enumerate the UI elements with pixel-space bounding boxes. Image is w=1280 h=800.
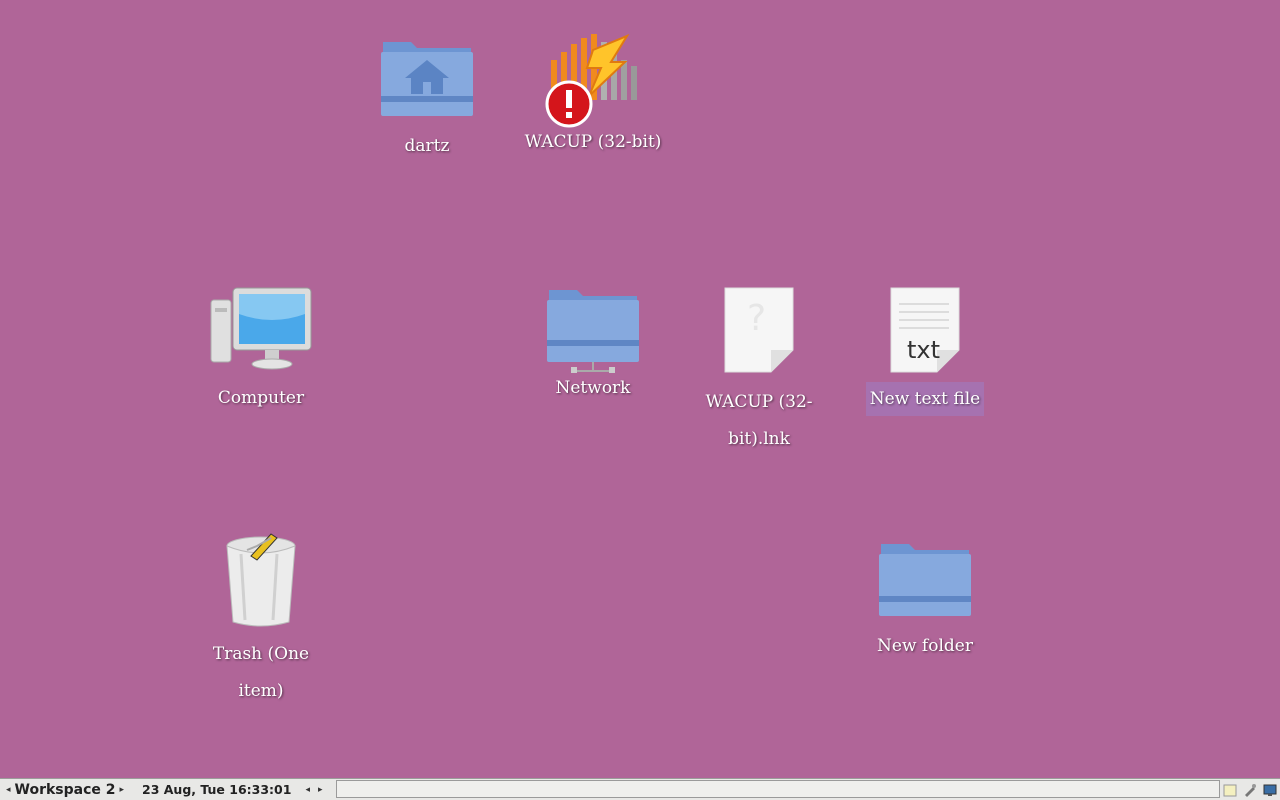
clock-text: 23 Aug, Tue 16:33:01 (142, 782, 292, 797)
icon-label: WACUP (32-bit).lnk (705, 392, 813, 449)
folder-icon (879, 544, 971, 616)
clock-next-icon[interactable]: ▸ (314, 785, 327, 795)
desktop-icon-wacup[interactable]: WACUP (32-bit) (510, 30, 676, 163)
icon-label: New folder (877, 636, 973, 656)
desktop: dartz WACUP (32-bit) Computer Network ? … (0, 0, 1280, 778)
icon-label: New text file (865, 382, 985, 416)
text-file-icon: txt (890, 287, 960, 373)
display-icon[interactable] (1263, 783, 1277, 797)
workspace-label[interactable]: Workspace 2 (15, 782, 116, 798)
notes-icon[interactable] (1223, 783, 1237, 797)
icon-label: Computer (217, 388, 305, 408)
desktop-icon-new-folder[interactable]: New folder (842, 540, 1008, 667)
clock-prev-icon[interactable]: ◂ (301, 785, 314, 795)
taskbar: ◂ Workspace 2 ▸ 23 Aug, Tue 16:33:01 ◂ ▸ (0, 778, 1280, 800)
workspace-next-icon[interactable]: ▸ (116, 785, 129, 795)
icon-label: Trash (One item) (212, 644, 310, 701)
desktop-icon-home[interactable]: dartz (344, 38, 510, 167)
desktop-icon-network[interactable]: Network (510, 286, 676, 409)
trash-full-icon (226, 533, 296, 627)
icon-label: Network (555, 378, 631, 398)
clock-widget[interactable]: 23 Aug, Tue 16:33:01 ◂ ▸ (142, 779, 327, 800)
svg-text:?: ? (747, 298, 766, 339)
workspace-prev-icon[interactable]: ◂ (2, 785, 15, 795)
system-tray (1220, 779, 1280, 800)
unknown-file-icon: ? (724, 287, 794, 373)
icon-label: dartz (404, 136, 450, 156)
desktop-icon-wacup-lnk[interactable]: ? WACUP (32-bit).lnk (676, 286, 842, 460)
tools-icon[interactable] (1243, 783, 1257, 797)
icon-label: WACUP (32-bit) (524, 132, 662, 152)
computer-icon (210, 287, 312, 370)
wacup-app-icon (545, 33, 637, 128)
desktop-icon-computer[interactable]: Computer (178, 286, 344, 419)
desktop-icon-trash[interactable]: Trash (One item) (178, 532, 344, 712)
task-list[interactable] (336, 780, 1220, 798)
workspace-switcher[interactable]: ◂ Workspace 2 ▸ (2, 779, 128, 800)
home-folder-icon (381, 42, 473, 116)
txt-badge: txt (907, 336, 940, 364)
network-folder-icon (547, 290, 639, 373)
desktop-icon-new-text-file[interactable]: txt New text file (842, 286, 1008, 416)
